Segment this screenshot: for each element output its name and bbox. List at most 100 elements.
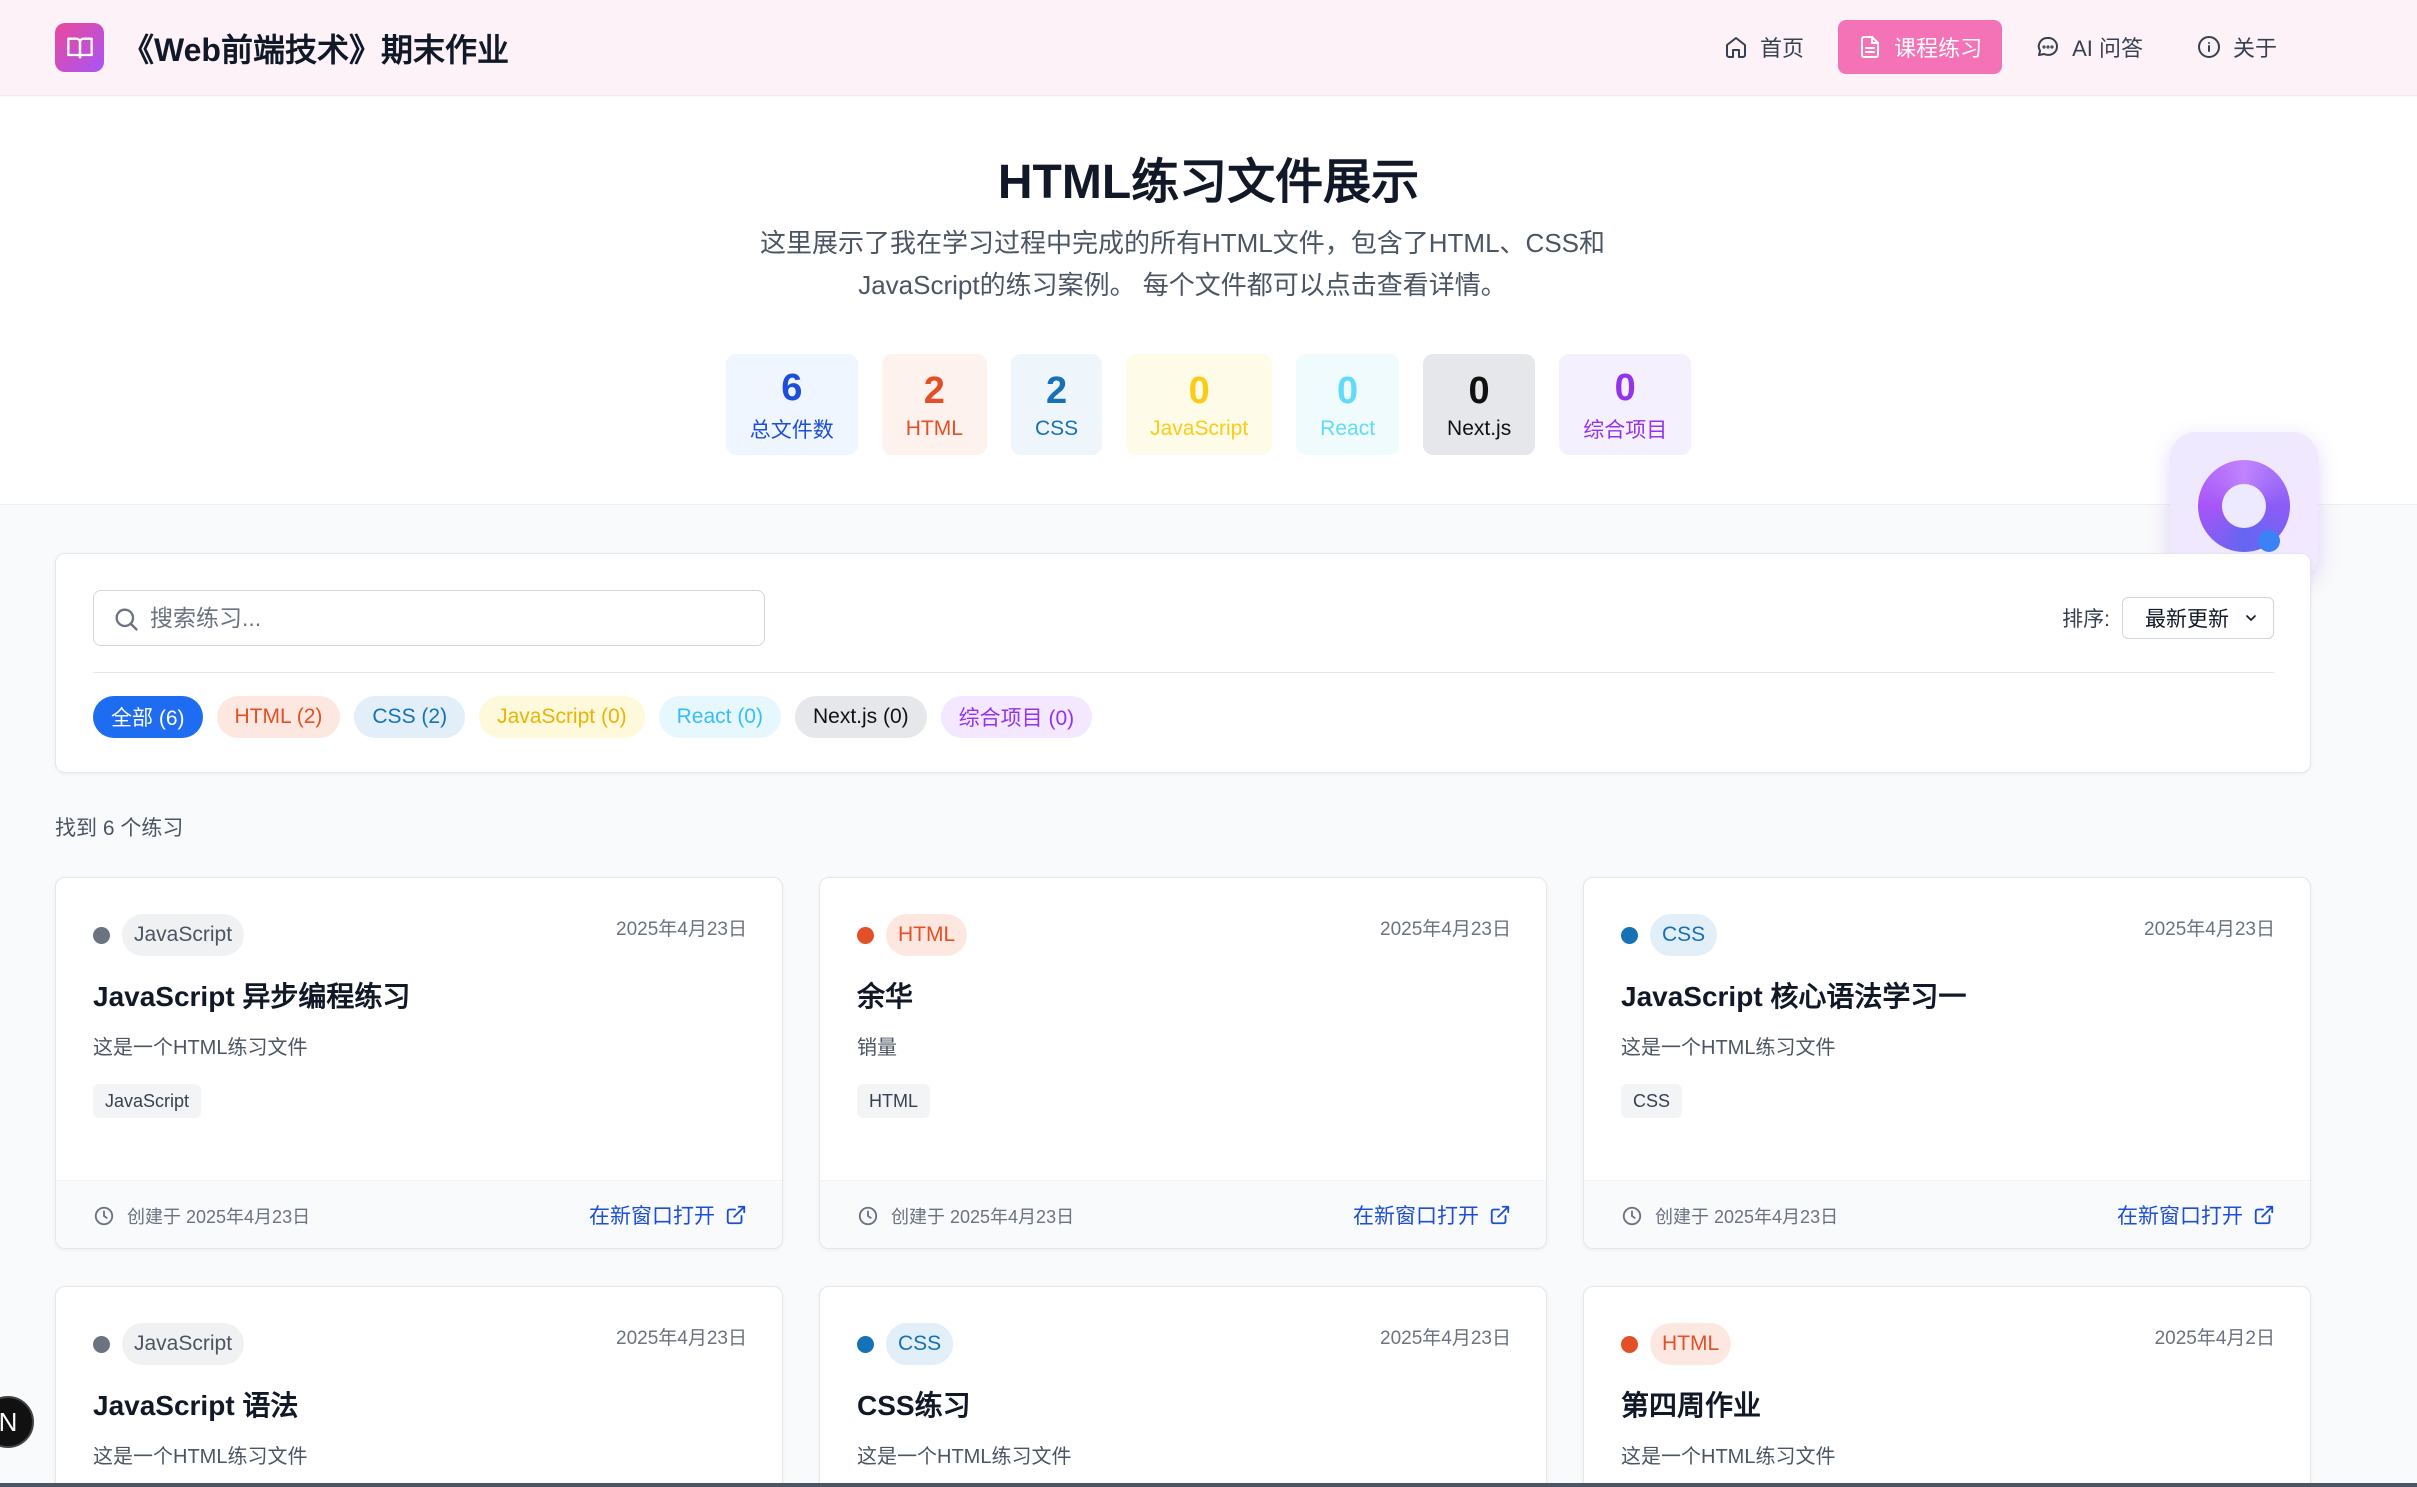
category-dot: [93, 1336, 110, 1353]
chip-html[interactable]: HTML (2): [216, 696, 341, 738]
category-dot: [93, 927, 110, 944]
category-dot: [1621, 927, 1638, 944]
home-icon: [1726, 37, 1747, 58]
sort-select[interactable]: 最新更新: [2122, 597, 2274, 639]
book-icon[interactable]: [55, 23, 104, 72]
card-title[interactable]: 第四周作业: [1621, 1384, 1761, 1424]
hero-section: HTML练习文件展示 这里展示了我在学习过程中完成的所有HTML文件，包含了HT…: [0, 97, 2417, 505]
stat-html-value: 2: [923, 369, 945, 412]
chat-icon: [2037, 36, 2059, 56]
card-created-text: 创建于 2025年4月23日: [891, 1207, 1075, 1227]
chip-react[interactable]: React (0): [658, 696, 781, 738]
stat-html-label: HTML: [905, 416, 963, 440]
site-title[interactable]: 《Web前端技术》期末作业: [122, 25, 509, 71]
filter-panel: 排序: 最新更新 全部 (6) HTML (2) CSS (2) JavaScr…: [55, 553, 2311, 773]
stat-javascript-label: JavaScript: [1150, 416, 1249, 440]
page-title: HTML练习文件展示: [997, 156, 1420, 209]
stat-javascript-value: 0: [1188, 369, 1210, 412]
stat-css-value: 2: [1045, 369, 1068, 412]
stat-projects-value: 0: [1614, 366, 1636, 409]
nav-ai-qa[interactable]: AI 问答: [2016, 20, 2163, 74]
card-tag: CSS: [1621, 1084, 1683, 1118]
exercise-card[interactable]: HTML 2025年4月23日 余华 销量 HTML 创建于 2025年4月23…: [819, 877, 1547, 1249]
clock-icon: [858, 1206, 878, 1226]
stat-javascript: 0 JavaScript: [1126, 354, 1273, 455]
card-created-text: 创建于 2025年4月23日: [127, 1207, 311, 1227]
nextjs-dev-indicator[interactable]: N: [0, 1396, 34, 1448]
card-title[interactable]: JavaScript 核心语法学习一: [1621, 975, 1966, 1015]
card-description: 销量: [857, 1037, 897, 1059]
chip-projects[interactable]: 综合项目 (0): [940, 696, 1093, 738]
card-footer: 创建于 2025年4月23日 在新窗口打开: [820, 1180, 1546, 1248]
card-footer: 创建于 2025年4月23日 在新窗口打开: [56, 1180, 782, 1248]
stat-total-value: 6: [781, 366, 803, 409]
card-title[interactable]: CSS练习: [857, 1384, 971, 1424]
bottom-edge: [0, 1483, 2417, 1487]
stat-projects: 0 综合项目: [1559, 354, 1692, 455]
card-date: 2025年4月23日: [616, 919, 747, 940]
open-link-label: 在新窗口打开: [1353, 1205, 1479, 1228]
open-in-new-window-link[interactable]: 在新窗口打开: [2117, 1200, 2275, 1230]
card-description: 这是一个HTML练习文件: [1621, 1446, 1836, 1468]
category-dot: [857, 1336, 874, 1353]
search-input[interactable]: [150, 604, 730, 632]
category-dot: [1621, 1336, 1638, 1353]
external-link-icon: [2254, 1205, 2274, 1225]
assistant-dot-icon: [2258, 530, 2280, 552]
chip-css[interactable]: CSS (2): [354, 696, 466, 738]
chip-javascript[interactable]: JavaScript (0): [479, 696, 645, 738]
card-title[interactable]: 余华: [857, 975, 913, 1015]
search-box[interactable]: [93, 590, 765, 646]
stat-css-label: CSS: [1034, 416, 1079, 440]
exercise-card[interactable]: CSS 2025年4月23日 JavaScript 核心语法学习一 这是一个HT…: [1583, 877, 2311, 1249]
category-badge: JavaScript: [122, 914, 245, 956]
exercise-card[interactable]: JavaScript 2025年4月23日 JavaScript 异步编程练习 …: [55, 877, 783, 1249]
card-date: 2025年4月23日: [1380, 919, 1511, 940]
open-in-new-window-link[interactable]: 在新窗口打开: [589, 1200, 747, 1230]
card-description: 这是一个HTML练习文件: [93, 1446, 308, 1468]
open-in-new-window-link[interactable]: 在新窗口打开: [1353, 1200, 1511, 1230]
open-link-label: 在新窗口打开: [589, 1205, 715, 1228]
card-created: 创建于 2025年4月23日: [857, 1203, 1074, 1229]
stat-total: 6 总文件数: [725, 354, 858, 455]
stat-html: 2 HTML: [881, 354, 987, 455]
nav-home[interactable]: 首页: [1704, 20, 1824, 74]
stat-nextjs-label: Next.js: [1447, 416, 1512, 440]
category-filter-chips: 全部 (6) HTML (2) CSS (2) JavaScript (0) R…: [93, 696, 1093, 738]
card-date: 2025年4月2日: [2154, 1328, 2275, 1349]
card-description: 这是一个HTML练习文件: [1621, 1037, 1836, 1059]
chip-all[interactable]: 全部 (6): [93, 696, 203, 738]
page-description: 这里展示了我在学习过程中完成的所有HTML文件，包含了HTML、CSS和Java…: [759, 228, 1605, 300]
nav-exercises-label: 课程练习: [1894, 36, 1983, 61]
category-badge: HTML: [1650, 1323, 1732, 1365]
card-title[interactable]: JavaScript 语法: [93, 1384, 298, 1424]
divider: [93, 672, 2274, 673]
card-created-text: 创建于 2025年4月23日: [1655, 1207, 1839, 1227]
clock-icon: [94, 1206, 114, 1226]
stat-css: 2 CSS: [1010, 354, 1103, 455]
nav-exercises[interactable]: 课程练习: [1838, 20, 2003, 74]
category-badge: CSS: [886, 1323, 954, 1365]
category-badge: CSS: [1650, 914, 1718, 956]
stat-react: 0 React: [1296, 354, 1400, 455]
card-created: 创建于 2025年4月23日: [93, 1203, 310, 1229]
document-icon: [1861, 36, 1880, 58]
card-date: 2025年4月23日: [1380, 1328, 1511, 1349]
nav-home-label: 首页: [1760, 36, 1805, 61]
info-icon: [2197, 36, 2220, 58]
category-badge: HTML: [886, 914, 968, 956]
exercise-card[interactable]: HTML 2025年4月2日 第四周作业 这是一个HTML练习文件: [1583, 1286, 2311, 1487]
exercise-card[interactable]: JavaScript 2025年4月23日 JavaScript 语法 这是一个…: [55, 1286, 783, 1487]
external-link-icon: [726, 1205, 746, 1225]
nav-about[interactable]: 关于: [2177, 20, 2297, 74]
sort-selected-value: 最新更新: [2145, 608, 2229, 631]
nav-ai-qa-label: AI 问答: [2072, 36, 2143, 61]
nav-about-label: 关于: [2232, 36, 2277, 61]
exercise-card[interactable]: CSS 2025年4月23日 CSS练习 这是一个HTML练习文件: [819, 1286, 1547, 1487]
card-title[interactable]: JavaScript 异步编程练习: [93, 975, 410, 1015]
open-link-label: 在新窗口打开: [2117, 1205, 2243, 1228]
chip-nextjs[interactable]: Next.js (0): [794, 696, 927, 738]
category-badge: JavaScript: [122, 1323, 245, 1365]
top-header: 《Web前端技术》期末作业 首页 课程练习 AI 问答 关于: [0, 0, 2417, 96]
category-dot: [857, 927, 874, 944]
